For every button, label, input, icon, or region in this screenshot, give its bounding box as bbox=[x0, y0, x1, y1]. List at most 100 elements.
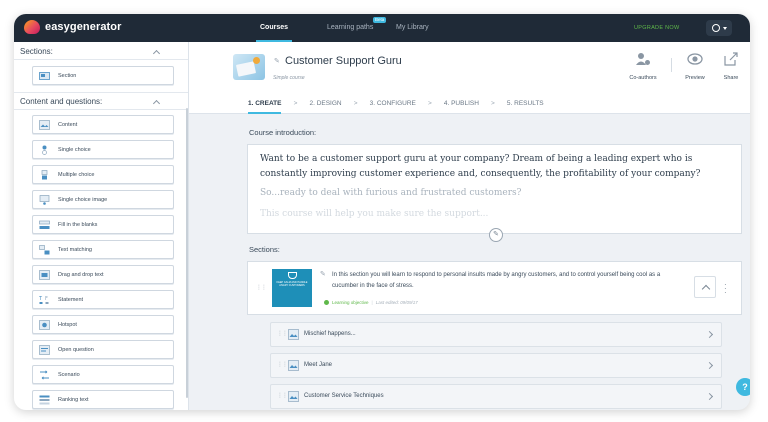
chevron-down-icon bbox=[722, 26, 727, 30]
sidebar-item-label: Single choice image bbox=[58, 196, 108, 203]
workflow-steps: 1. CREATE > 2. DESIGN > 3. CONFIGURE > 4… bbox=[248, 94, 544, 114]
fill-blanks-icon bbox=[39, 220, 50, 230]
divider bbox=[671, 58, 672, 72]
question-title: Mischief happens... bbox=[304, 331, 356, 337]
nav-courses[interactable]: Courses bbox=[255, 14, 293, 42]
section-title[interactable]: In this section you will learn to respon… bbox=[332, 270, 682, 292]
app-logo[interactable]: easygenerator bbox=[24, 20, 122, 34]
intro-editor[interactable]: Want to be a customer support guru at yo… bbox=[247, 144, 742, 234]
intro-heading: Course introduction: bbox=[249, 128, 317, 137]
collapse-content-icon[interactable] bbox=[152, 99, 161, 108]
sidebar-item-fill-blanks[interactable]: Fill in the blanks bbox=[32, 215, 174, 234]
app-window: easygenerator Courses Learning paths Bet… bbox=[14, 14, 750, 410]
statement-icon: TF bbox=[39, 295, 50, 305]
beta-badge: Beta bbox=[373, 17, 387, 23]
hotspot-icon bbox=[39, 319, 50, 330]
content-icon bbox=[288, 329, 299, 340]
edit-intro-icon[interactable]: ✎ bbox=[489, 228, 503, 242]
section-meta: Learning objective | Last edited: 09/09/… bbox=[324, 300, 418, 305]
sidebar-item-hotspot[interactable]: Hotspot bbox=[32, 315, 174, 334]
sidebar-item-single-choice-image[interactable]: Single choice image bbox=[32, 190, 174, 209]
preview-button[interactable]: Preview bbox=[677, 52, 713, 81]
divider bbox=[14, 109, 188, 110]
step-design[interactable]: 2. DESIGN bbox=[309, 94, 341, 114]
step-results[interactable]: 5. RESULTS bbox=[507, 94, 544, 114]
sidebar-item-label: Drag and drop text bbox=[58, 271, 104, 278]
chevron-right-icon: > bbox=[353, 100, 358, 107]
sidebar-item-ranking-text[interactable]: Ranking text bbox=[32, 390, 174, 409]
nav-learning-paths[interactable]: Learning paths bbox=[327, 14, 373, 42]
question-row[interactable]: ⋮⋮ Mischief happens... bbox=[270, 322, 722, 347]
sidebar-scrollbar[interactable] bbox=[186, 108, 188, 398]
avatar bbox=[711, 24, 720, 32]
pencil-icon[interactable]: ✎ bbox=[320, 270, 326, 278]
drag-handle-icon[interactable]: ⋮⋮ bbox=[277, 361, 288, 368]
nav-my-library[interactable]: My Library bbox=[396, 14, 429, 42]
course-title[interactable]: Customer Support Guru bbox=[285, 55, 402, 67]
sidebar-item-section[interactable]: Section bbox=[32, 66, 174, 85]
upgrade-link[interactable]: UPGRADE NOW bbox=[634, 14, 679, 42]
pencil-icon[interactable]: ✎ bbox=[274, 57, 280, 65]
sidebar-item-single-choice[interactable]: Single choice bbox=[32, 140, 174, 159]
sidebar-item-label: Section bbox=[58, 72, 77, 79]
sidebar-item-multiple-choice[interactable]: Multiple choice bbox=[32, 165, 174, 184]
intro-paragraph: So...ready to deal with furious and frus… bbox=[260, 188, 522, 198]
course-type: Simple course bbox=[273, 75, 305, 81]
multiple-choice-icon bbox=[39, 169, 50, 180]
content-heading: Content and questions: bbox=[20, 97, 103, 106]
share-label: Share bbox=[723, 75, 739, 81]
app-name: easygenerator bbox=[45, 21, 122, 33]
section-icon bbox=[39, 71, 50, 81]
sidebar-item-text-matching[interactable]: Text matching bbox=[32, 240, 174, 259]
sidebar-item-scenario[interactable]: Scenario bbox=[32, 365, 174, 384]
learning-objective-link[interactable]: Learning objective bbox=[332, 300, 369, 305]
sections-heading: Sections: bbox=[20, 47, 53, 56]
co-authors-icon bbox=[636, 53, 650, 65]
chevron-right-icon: > bbox=[427, 100, 432, 107]
section-thumbnail[interactable]: KEEP CALM AND HANDLE ANGRY CUSTOMERS bbox=[272, 269, 312, 307]
intro-paragraph: Want to be a customer support guru at yo… bbox=[260, 154, 701, 179]
chevron-right-icon: > bbox=[293, 100, 298, 107]
sidebar-item-open-question[interactable]: Open question bbox=[32, 340, 174, 359]
sidebar-item-content[interactable]: Content bbox=[32, 115, 174, 134]
single-choice-image-icon bbox=[39, 194, 50, 205]
step-configure[interactable]: 3. CONFIGURE bbox=[370, 94, 416, 114]
question-title: Meet Jane bbox=[304, 362, 333, 368]
step-publish[interactable]: 4. PUBLISH bbox=[444, 94, 479, 114]
chevron-right-icon bbox=[705, 361, 714, 370]
crown-icon bbox=[287, 272, 297, 279]
sidebar-item-statement[interactable]: TF Statement bbox=[32, 290, 174, 309]
sidebar: Sections: Section Content and questions:… bbox=[14, 42, 189, 410]
co-authors-button[interactable]: Co-authors bbox=[625, 52, 661, 81]
question-row[interactable]: ⋮⋮ Meet Jane bbox=[270, 353, 722, 378]
text-matching-icon bbox=[39, 244, 50, 255]
user-menu-button[interactable] bbox=[706, 20, 732, 36]
drag-handle-icon[interactable]: ⋮⋮ bbox=[277, 392, 288, 399]
drag-handle-icon[interactable]: ⋮⋮ bbox=[256, 284, 267, 291]
last-edited: Last edited: 09/09/17 bbox=[375, 300, 418, 305]
drag-handle-icon[interactable]: ⋮⋮ bbox=[277, 330, 288, 337]
sidebar-item-label: Ranking text bbox=[58, 396, 89, 403]
collapse-sections-icon[interactable] bbox=[152, 49, 161, 58]
content-icon bbox=[288, 391, 299, 402]
course-thumbnail[interactable] bbox=[233, 54, 265, 80]
question-title: Customer Service Techniques bbox=[304, 393, 384, 399]
more-options-icon[interactable]: · · · bbox=[724, 281, 727, 297]
divider bbox=[14, 59, 188, 60]
sidebar-item-label: Statement bbox=[58, 296, 84, 303]
ranking-icon bbox=[39, 395, 50, 405]
sidebar-item-drag-drop[interactable]: Drag and drop text bbox=[32, 265, 174, 284]
collapse-section-button[interactable] bbox=[694, 276, 716, 298]
section-card[interactable]: ⋮⋮ KEEP CALM AND HANDLE ANGRY CUSTOMERS … bbox=[247, 261, 742, 315]
help-button[interactable]: ? bbox=[736, 378, 750, 396]
share-button[interactable]: Share bbox=[713, 52, 749, 81]
separator: | bbox=[371, 300, 373, 305]
sidebar-item-label: Open question bbox=[58, 346, 94, 353]
question-row[interactable]: ⋮⋮ Customer Service Techniques bbox=[270, 384, 722, 409]
share-icon bbox=[724, 52, 738, 66]
objective-status-icon bbox=[324, 300, 329, 305]
sidebar-item-label: Fill in the blanks bbox=[58, 221, 98, 228]
step-create[interactable]: 1. CREATE bbox=[248, 94, 282, 114]
top-bar: easygenerator Courses Learning paths Bet… bbox=[14, 14, 750, 42]
chevron-right-icon bbox=[705, 392, 714, 401]
